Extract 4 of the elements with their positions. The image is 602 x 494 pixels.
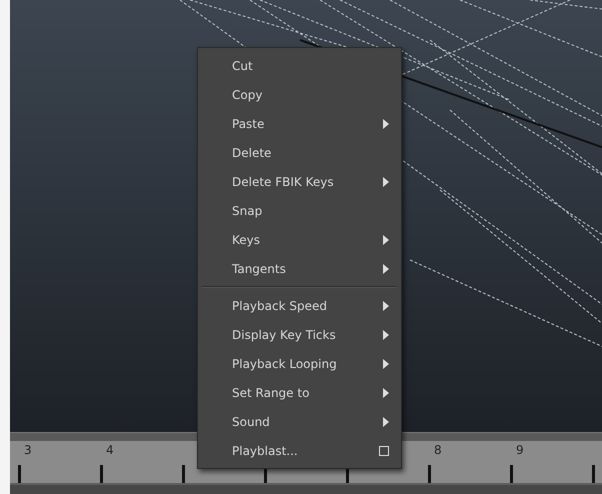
frame-number: 4 <box>106 442 114 459</box>
frame-number: 3 <box>24 442 32 459</box>
frame-number: 9 <box>516 442 524 459</box>
frame-number: 8 <box>434 442 442 459</box>
